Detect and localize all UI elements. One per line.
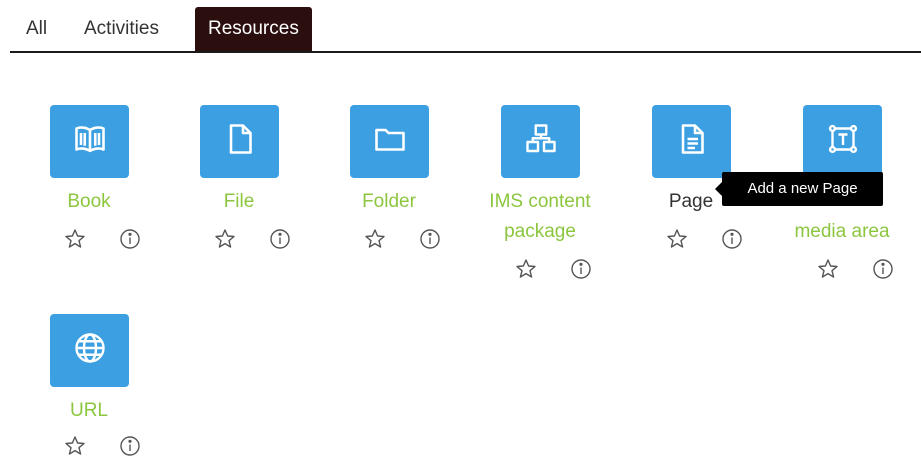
info-icon[interactable]: [118, 227, 142, 251]
star-icon[interactable]: [816, 257, 840, 281]
info-icon[interactable]: [871, 257, 895, 281]
label-line-1: IMS content: [489, 191, 591, 212]
page-icon: [674, 121, 710, 162]
tab-activities[interactable]: Activities: [84, 7, 159, 51]
text-media-actions: [772, 257, 912, 285]
text-media-icon: [825, 121, 861, 162]
star-icon[interactable]: [665, 227, 689, 251]
globe-icon: [72, 330, 108, 371]
ims-package-tile[interactable]: [501, 105, 580, 178]
info-icon[interactable]: [720, 227, 744, 251]
info-icon[interactable]: [569, 257, 593, 281]
resource-label-file[interactable]: File: [169, 187, 309, 217]
resource-tabs: All Activities Resources: [0, 0, 921, 54]
resource-label-book[interactable]: Book: [19, 187, 159, 217]
book-tile[interactable]: [50, 105, 129, 178]
resource-item-url: URL: [19, 314, 159, 462]
resource-label-text-media-area[interactable]: media area: [772, 217, 912, 247]
file-actions: [169, 227, 309, 255]
info-icon[interactable]: [418, 227, 442, 251]
star-icon[interactable]: [63, 227, 87, 251]
resource-label-url[interactable]: URL: [19, 396, 159, 426]
info-icon[interactable]: [118, 434, 142, 458]
star-icon[interactable]: [363, 227, 387, 251]
ims-package-actions: [470, 257, 610, 285]
tab-resources[interactable]: Resources: [195, 7, 312, 53]
info-icon[interactable]: [268, 227, 292, 251]
book-actions: [19, 227, 159, 255]
label-line-2: package: [504, 221, 576, 242]
star-icon[interactable]: [514, 257, 538, 281]
resource-label-folder[interactable]: Folder: [319, 187, 459, 217]
tab-divider: [10, 51, 921, 53]
tab-all[interactable]: All: [26, 7, 47, 51]
star-icon[interactable]: [213, 227, 237, 251]
tooltip-add-new-page: Add a new Page: [715, 172, 883, 206]
page-actions: [621, 227, 761, 255]
folder-tile[interactable]: [350, 105, 429, 178]
resource-item-file: File: [169, 105, 309, 265]
book-icon: [72, 121, 108, 162]
package-icon: [523, 121, 559, 162]
folder-icon: [372, 121, 408, 162]
folder-actions: [319, 227, 459, 255]
resource-label-ims-content-package[interactable]: IMS content package: [470, 187, 610, 247]
resource-item-folder: Folder: [319, 105, 459, 265]
resource-item-ims-content-package: IMS content package: [470, 105, 610, 295]
page-tile[interactable]: [652, 105, 731, 178]
star-icon[interactable]: [63, 434, 87, 458]
url-actions: [19, 434, 159, 462]
text-media-tile[interactable]: [803, 105, 882, 178]
url-tile[interactable]: [50, 314, 129, 387]
resource-item-book: Book: [19, 105, 159, 265]
file-icon: [222, 121, 258, 162]
file-tile[interactable]: [200, 105, 279, 178]
